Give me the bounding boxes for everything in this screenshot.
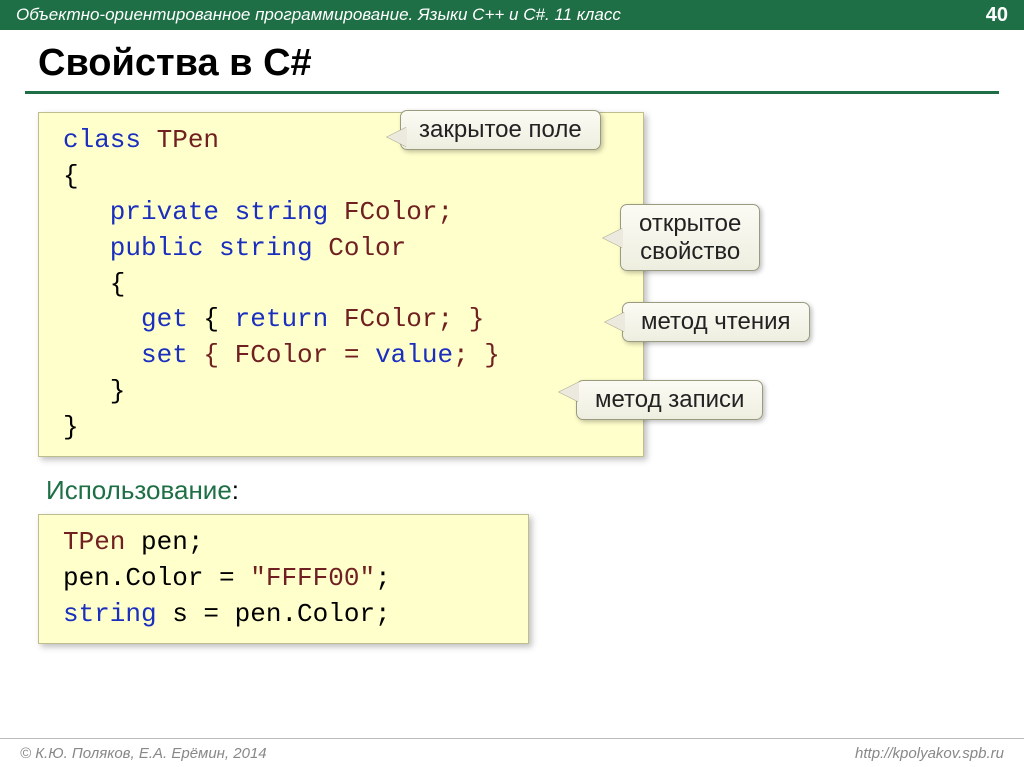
callout-get-method: метод чтения <box>622 302 810 342</box>
code-box-class: class TPen { private string FColor; publ… <box>38 112 644 457</box>
kw-public-string: public string <box>63 233 313 263</box>
brace-close: } <box>63 412 79 442</box>
callout-wedge-icon <box>603 228 623 248</box>
title-rule <box>25 91 999 94</box>
subheading-usage: Использование: <box>46 475 986 506</box>
callout-text-b: свойство <box>640 238 740 265</box>
brace-open-2: { <box>63 269 125 299</box>
callout-private-field: закрытое поле <box>400 110 601 150</box>
semi: ; <box>375 563 391 593</box>
callout-text: метод записи <box>595 386 744 413</box>
page-number: 40 <box>986 4 1008 27</box>
content-area: class TPen { private string FColor; publ… <box>0 112 1024 644</box>
pen-color-assign: pen.Color = <box>63 563 250 593</box>
slide-footer: © К.Ю. Поляков, Е.А. Ерёмин, 2014 http:/… <box>0 738 1024 767</box>
kw-set: set <box>63 340 188 370</box>
brace-close-2: } <box>63 376 125 406</box>
class-name: TPen <box>141 125 219 155</box>
kw-class: class <box>63 125 141 155</box>
kw-get: get <box>63 304 188 334</box>
var-s-assign: s = pen.Color; <box>157 599 391 629</box>
callout-set-method: метод записи <box>576 380 763 420</box>
slide: Объектно-ориентированное программировани… <box>0 0 1024 767</box>
course-title: Объектно-ориентированное программировани… <box>16 5 621 25</box>
slide-header: Объектно-ориентированное программировани… <box>0 0 1024 30</box>
subheading-text: Использование <box>46 475 232 505</box>
string-literal: "FFFF00" <box>250 563 375 593</box>
callout-text: метод чтения <box>641 308 791 335</box>
kw-string: string <box>63 599 157 629</box>
txt: { <box>188 304 235 334</box>
get-body: FColor; } <box>328 304 484 334</box>
footer-url: http://kpolyakov.spb.ru <box>855 745 1004 762</box>
callout-wedge-icon <box>387 127 407 147</box>
set-lhs: { FColor = <box>188 340 375 370</box>
callout-wedge-icon <box>605 312 625 332</box>
footer-copyright: © К.Ю. Поляков, Е.А. Ерёмин, 2014 <box>20 745 267 762</box>
brace-open: { <box>63 161 79 191</box>
callout-wedge-icon <box>559 382 579 402</box>
callout-public-property: открытое свойство <box>620 204 760 271</box>
kw-value: value <box>375 340 453 370</box>
var-pen: pen; <box>125 527 203 557</box>
prop-color: Color <box>313 233 407 263</box>
kw-private-string: private string <box>63 197 328 227</box>
type-tpen: TPen <box>63 527 125 557</box>
kw-return: return <box>235 304 329 334</box>
callout-text-a: открытое <box>639 210 741 237</box>
callout-text: закрытое поле <box>419 116 582 143</box>
field-fcolor: FColor; <box>328 197 453 227</box>
set-tail: ; } <box>453 340 500 370</box>
page-title: Свойства в C# <box>0 30 1024 91</box>
code-box-usage: TPen pen; pen.Color = "FFFF00"; string s… <box>38 514 529 644</box>
